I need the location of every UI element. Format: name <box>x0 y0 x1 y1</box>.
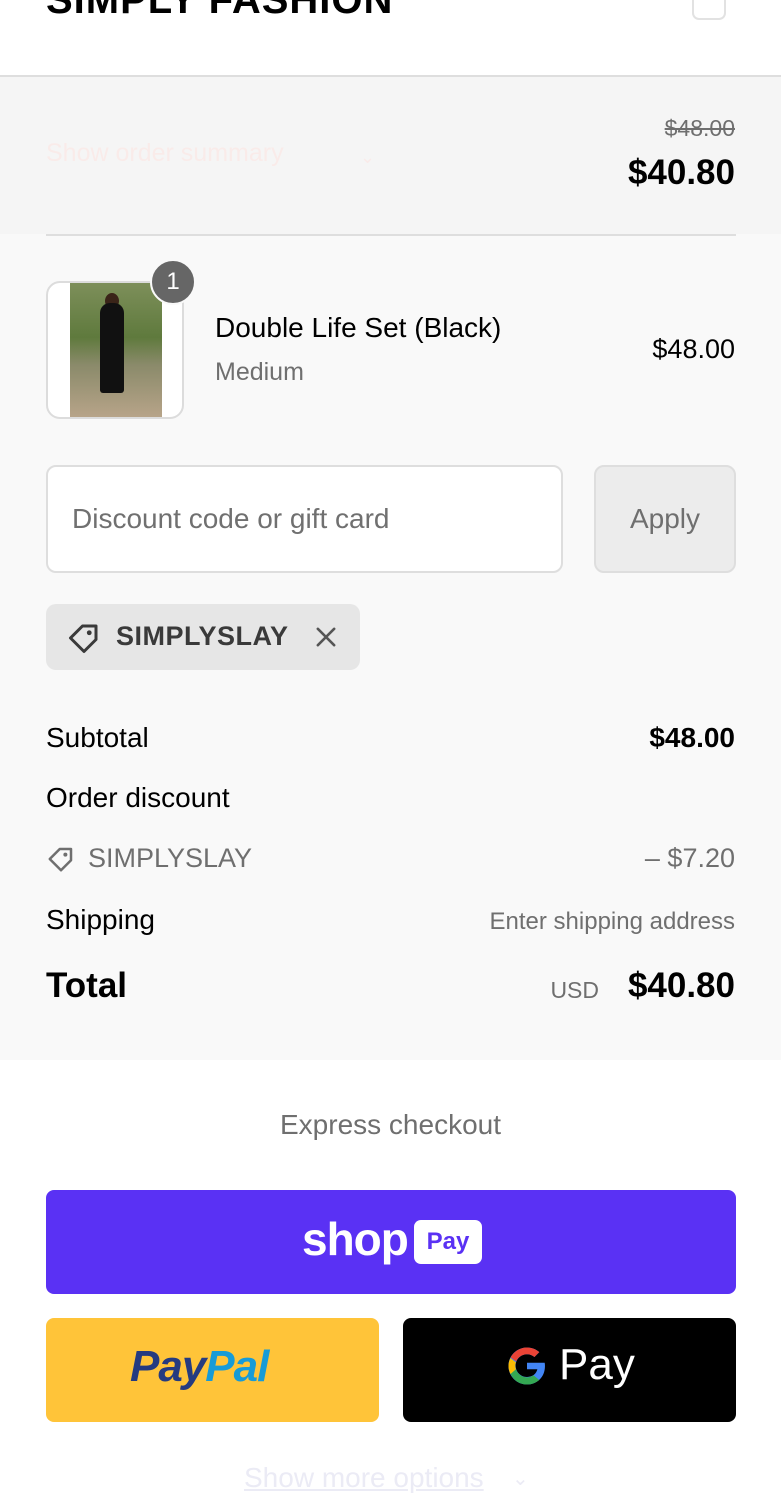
close-icon[interactable] <box>312 623 340 651</box>
subtotal-value: $48.00 <box>649 722 735 753</box>
total-currency: USD <box>550 977 599 1003</box>
express-checkout-title: Express checkout <box>280 1109 501 1140</box>
chevron-down-icon: ⌄ <box>360 147 376 167</box>
chevron-down-icon: ⌄ <box>512 1468 529 1490</box>
order-summary: 1 Double Life Set (Black) Medium $48.00 … <box>0 234 781 1060</box>
order-discount-code: SIMPLYSLAY <box>46 843 252 874</box>
product-price: $48.00 <box>652 334 735 364</box>
product-image <box>70 283 162 417</box>
compare-at-price: $48.00 <box>664 115 735 141</box>
apply-discount-button[interactable]: Apply <box>594 465 736 573</box>
shipping-value: Enter shipping address <box>489 908 735 935</box>
order-discount-code-label: SIMPLYSLAY <box>88 843 253 873</box>
applied-discount-code: SIMPLYSLAY <box>116 621 289 651</box>
shop-pay-button[interactable] <box>46 1190 736 1294</box>
divider <box>46 234 736 236</box>
store-logo[interactable]: SIMPLY FASHION <box>46 0 393 23</box>
show-more-options-link[interactable]: Show more options <box>244 1462 484 1494</box>
summary-total: $40.80 <box>627 153 735 192</box>
order-discount-label: Order discount <box>46 782 230 813</box>
order-summary-toggle[interactable]: Show order summary ⌄ $48.00 $40.80 <box>0 77 781 234</box>
order-discount-value: – $7.20 <box>644 843 735 873</box>
applied-discount-chip: SIMPLYSLAY <box>46 604 360 670</box>
total-value: $40.80 <box>627 966 735 1005</box>
discount-code-input[interactable] <box>46 465 563 573</box>
store-header: SIMPLY FASHION <box>0 0 781 77</box>
shipping-label: Shipping <box>46 904 155 935</box>
quantity-badge: 1 <box>150 259 196 305</box>
order-summary-toggle-label[interactable]: Show order summary <box>46 139 284 168</box>
tag-icon <box>69 624 98 653</box>
subtotal-label: Subtotal <box>46 722 149 753</box>
product-image-figure <box>100 303 124 393</box>
tag-icon <box>48 847 73 871</box>
product-name: Double Life Set (Black) <box>215 312 502 343</box>
google-pay-button[interactable] <box>403 1318 736 1422</box>
total-label: Total <box>46 966 128 1005</box>
paypal-button[interactable] <box>46 1318 379 1422</box>
product-variant: Medium <box>215 358 304 386</box>
bag-icon[interactable] <box>692 0 726 20</box>
